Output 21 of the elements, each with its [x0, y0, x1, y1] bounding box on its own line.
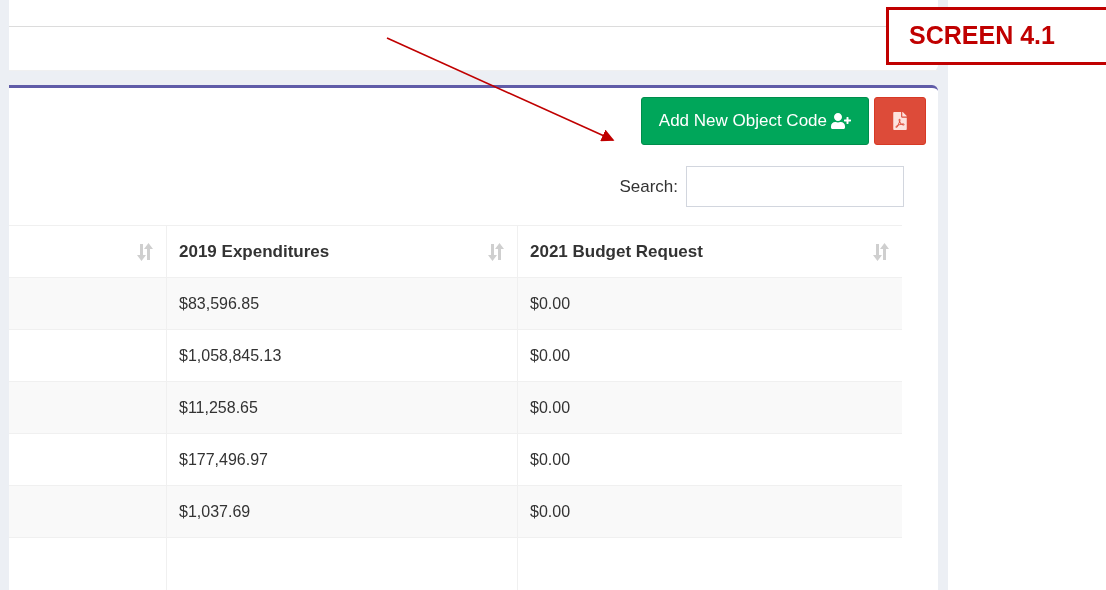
table-cell: $11,258.65: [166, 382, 517, 433]
table-cell: $83,596.85: [166, 278, 517, 329]
table-cell: $177,496.97: [166, 434, 517, 485]
sort-icon[interactable]: [487, 241, 505, 262]
table-cell: $0.00: [517, 330, 902, 381]
search-label: Search:: [619, 175, 678, 198]
column-header[interactable]: 2021 Budget Request: [517, 226, 902, 277]
pdf-file-icon: [891, 112, 909, 130]
pdf-button[interactable]: [874, 97, 926, 145]
column-header[interactable]: 2019 Expenditures: [166, 226, 517, 277]
sort-icon[interactable]: [136, 241, 154, 262]
table-cell: $1,058,845.13: [166, 330, 517, 381]
sort-icon[interactable]: [872, 241, 890, 262]
table-cell: $1,037.69: [166, 486, 517, 537]
search-field[interactable]: [686, 166, 904, 207]
screen-label: SCREEN 4.1: [886, 7, 1106, 65]
table-cell: $0.00: [517, 434, 902, 485]
table-cell: $0.00: [517, 486, 902, 537]
add-user-icon: [831, 111, 851, 131]
table-cell: $0.00: [517, 382, 902, 433]
table-cell: $0.00: [517, 278, 902, 329]
